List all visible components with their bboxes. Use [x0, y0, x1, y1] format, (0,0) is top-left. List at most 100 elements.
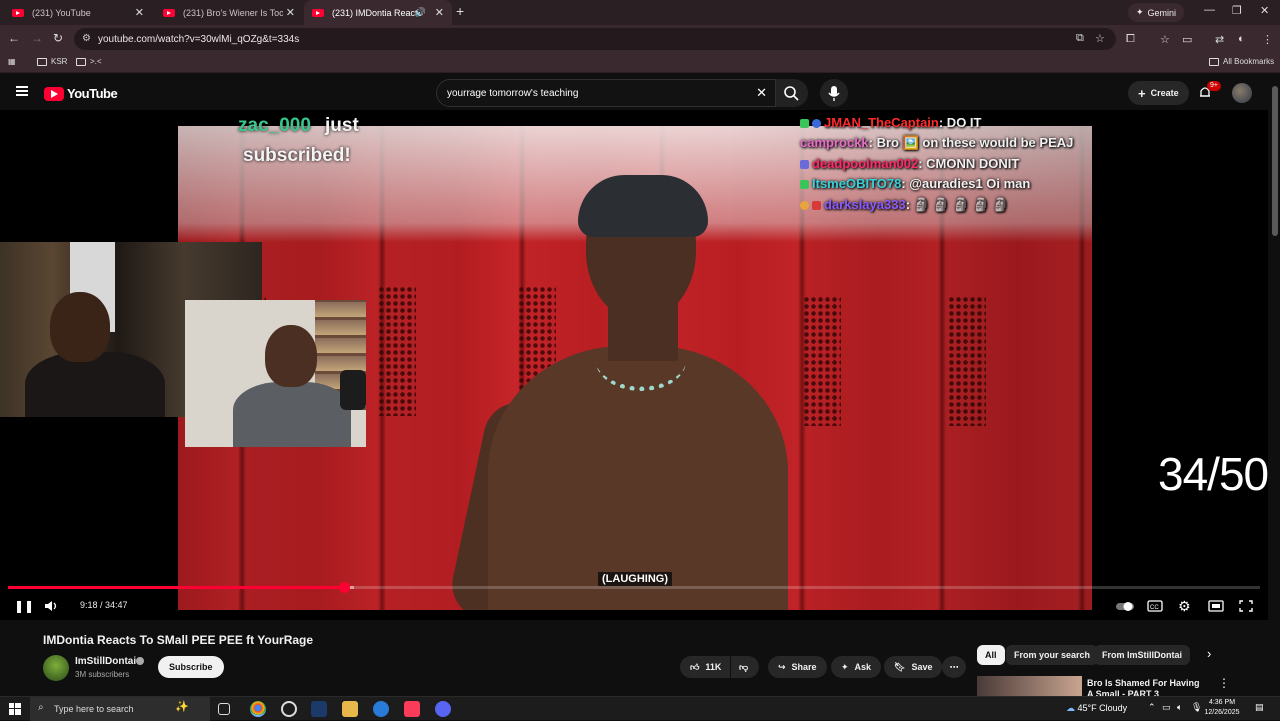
chat-username: ItsmeOBITO78	[812, 176, 902, 192]
webcam-overlay-right	[185, 300, 366, 447]
music-icon[interactable]	[404, 701, 420, 717]
close-icon[interactable]: ✕	[135, 6, 144, 19]
network-icon[interactable]: ▭	[1162, 702, 1171, 713]
scrollbar-thumb[interactable]	[1272, 86, 1278, 236]
channel-avatar[interactable]	[43, 655, 69, 681]
chip-all[interactable]: All	[977, 645, 1005, 665]
ask-button[interactable]: ✦ Ask	[831, 656, 882, 678]
tab-imdontia-reacts[interactable]: (231) IMDontia Reacts To SM... 🔊 ✕	[304, 0, 452, 25]
youtube-logo[interactable]: YouTube	[44, 86, 118, 101]
close-window-icon[interactable]: ✕	[1260, 4, 1269, 17]
search-button[interactable]	[776, 79, 808, 107]
autoplay-toggle-icon[interactable]	[1116, 601, 1136, 611]
clear-search-icon[interactable]: ✕	[756, 85, 767, 101]
windows-taskbar: ⌕ Type here to search ✨ ☁ 45°F Cloudy ⌃ …	[0, 696, 1280, 721]
task-view-icon[interactable]	[218, 703, 230, 715]
voice-search-button[interactable]	[820, 79, 848, 107]
profile-icon[interactable]: ◐	[1238, 33, 1245, 45]
app-icon[interactable]	[281, 701, 297, 717]
tab-youtube[interactable]: (231) YouTube ✕	[4, 0, 152, 25]
chip-from-your-search[interactable]: From your search	[1006, 645, 1099, 665]
chevron-up-icon[interactable]: ⌃	[1148, 702, 1156, 713]
new-tab-plus-icon[interactable]: +	[456, 3, 464, 19]
like-button[interactable]: 👍︎ 11K	[680, 656, 730, 678]
speaker-icon[interactable]: 🔊	[415, 7, 426, 18]
page-scrollbar[interactable]	[1270, 76, 1280, 696]
youtube-play-logo-icon	[44, 86, 64, 101]
folder-icon	[1209, 57, 1219, 66]
file-explorer-icon[interactable]	[342, 701, 358, 717]
volume-icon[interactable]	[44, 600, 60, 612]
back-arrow-icon[interactable]: ←	[8, 31, 20, 45]
fullscreen-icon[interactable]	[1239, 600, 1253, 612]
pause-icon[interactable]: ❚❚	[14, 599, 34, 613]
volume-tray-icon[interactable]: 🔈︎	[1177, 702, 1182, 713]
channel-name-link[interactable]: ImStillDontai	[75, 656, 136, 667]
video-player[interactable]: zac_000 just subscribed! JMAN_TheCaptain…	[0, 110, 1268, 620]
notifications-tray-icon[interactable]: ▤	[1255, 702, 1264, 713]
search-icon: ⌕	[38, 702, 44, 713]
more-vertical-icon[interactable]: ⋮	[1218, 676, 1230, 690]
settings-gear-icon[interactable]: ⚙	[1178, 598, 1191, 615]
apps-grid-icon[interactable]: ▦	[8, 57, 16, 66]
discord-icon[interactable]	[435, 701, 451, 717]
subscribe-button[interactable]: Subscribe	[158, 656, 224, 678]
chat-message: JMAN_TheCaptain: DO IT	[800, 113, 1120, 133]
microphone-icon	[828, 86, 840, 101]
extensions-icon[interactable]: ⧠	[1126, 33, 1135, 46]
thumbs-down-icon: 👎︎	[739, 661, 749, 672]
reading-list-icon[interactable]: ▭	[1182, 33, 1192, 46]
more-actions-button[interactable]: ⋯	[942, 656, 966, 678]
windows-start-icon[interactable]	[9, 703, 21, 715]
gemini-button[interactable]: ✦ Gemini	[1128, 3, 1185, 22]
dislike-button[interactable]: 👎︎	[731, 656, 759, 678]
gemini-label: Gemini	[1147, 7, 1177, 18]
hamburger-menu-icon[interactable]	[16, 86, 28, 96]
system-clock[interactable]: 4:36 PM 12/26/2025	[1200, 698, 1244, 718]
install-app-icon[interactable]: ⧉	[1076, 32, 1084, 45]
all-bookmarks[interactable]: All Bookmarks	[1209, 57, 1274, 66]
chat-badge-icon	[812, 200, 821, 210]
bookmark-star-icon[interactable]: ☆	[1095, 32, 1105, 45]
tab-bros-wiener[interactable]: (231) Bro's Wiener Is Too Big F... ✕	[155, 0, 303, 25]
translate-icon[interactable]: ⇄	[1215, 33, 1224, 46]
account-avatar[interactable]	[1232, 83, 1252, 103]
steam-icon[interactable]	[311, 701, 327, 717]
weather-widget[interactable]: ☁ 45°F Cloudy	[1066, 703, 1127, 714]
maximize-icon[interactable]: ❐	[1232, 4, 1242, 17]
bookmark-ksr[interactable]: KSR	[37, 57, 67, 66]
recommendation-thumbnail[interactable]	[977, 676, 1082, 696]
chat-message: ItsmeOBITO78: @auradies1 Oi man	[800, 174, 1120, 194]
subtitles-icon[interactable]: CC	[1147, 600, 1163, 612]
bookmarks-bar: ▦ KSR >.< All Bookmarks	[0, 53, 1280, 73]
search-input[interactable]: yourrage tomorrow's teaching ✕	[436, 79, 776, 107]
reload-icon[interactable]: ↻	[53, 31, 63, 45]
sparkle-icon: ✦	[1136, 7, 1144, 17]
tab-title: (231) Bro's Wiener Is Too Big F...	[183, 7, 283, 18]
subscriber-count: 3M subscribers	[75, 670, 130, 679]
progress-scrubber-handle[interactable]	[338, 582, 350, 593]
taskbar-search-input[interactable]: ⌕ Type here to search ✨	[30, 697, 210, 721]
minimize-icon[interactable]: —	[1204, 4, 1215, 16]
chrome-icon[interactable]	[250, 701, 266, 717]
close-icon[interactable]: ✕	[286, 6, 295, 19]
app-icon[interactable]	[373, 701, 389, 717]
site-settings-icon[interactable]: ⚙	[82, 33, 91, 44]
menu-kebab-icon[interactable]: ⋮	[1262, 33, 1273, 46]
chip-from-channel[interactable]: From ImStillDontai	[1094, 645, 1191, 665]
chip-label: From your search	[1014, 650, 1091, 660]
save-button[interactable]: 🔖︎ Save	[884, 656, 943, 678]
create-button[interactable]: + Create	[1128, 81, 1189, 105]
share-button[interactable]: ↪ Share	[768, 656, 827, 678]
forward-arrow-icon[interactable]: →	[31, 31, 43, 45]
address-bar[interactable]: ⚙ youtube.com/watch?v=30wlMi_qOZg&t=334s…	[74, 28, 1116, 50]
chevron-right-icon[interactable]: ›	[1207, 646, 1211, 661]
bookmarks-manager-icon[interactable]: ☆	[1160, 33, 1170, 46]
theater-mode-icon[interactable]	[1208, 600, 1224, 612]
chip-label: All	[985, 650, 997, 660]
chip-label: From ImStillDontai	[1102, 650, 1183, 660]
progress-bar[interactable]	[8, 582, 1260, 593]
bookmark-face[interactable]: >.<	[76, 57, 102, 66]
cloud-icon: ☁	[1066, 703, 1075, 713]
close-icon[interactable]: ✕	[435, 6, 444, 19]
